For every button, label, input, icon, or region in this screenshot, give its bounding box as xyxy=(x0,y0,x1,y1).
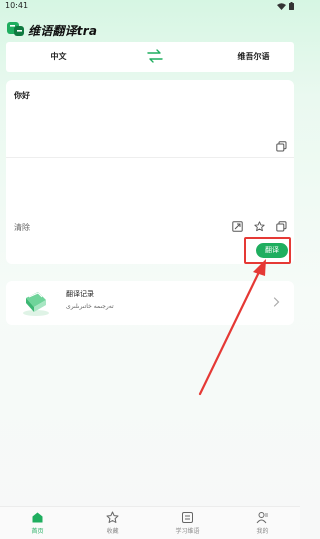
history-card[interactable]: 翻译记录 تەرجىمە خاتىرىلىرى xyxy=(6,281,294,325)
history-book-icon xyxy=(23,292,49,316)
nav-label-home: 首页 xyxy=(31,528,44,535)
status-bar: 10:41 xyxy=(0,0,300,14)
app-title: 维语翻译tra xyxy=(28,24,98,38)
app-header: 维语翻译tra xyxy=(0,16,300,42)
nav-label-profile: 我的 xyxy=(256,528,269,535)
bottom-nav: 首页 收藏 学习维语 我的 xyxy=(0,506,300,539)
chevron-right-icon xyxy=(273,297,280,307)
nav-label-favorites: 收藏 xyxy=(106,528,119,535)
battery-icon xyxy=(289,2,294,10)
language-bar: 中文 维吾尔语 xyxy=(6,42,294,72)
nav-favorites[interactable]: 收藏 xyxy=(75,507,150,539)
home-icon xyxy=(32,512,43,523)
expand-icon[interactable] xyxy=(232,221,243,232)
status-icons xyxy=(277,2,294,10)
wifi-icon xyxy=(277,2,286,10)
nav-learn[interactable]: 学习维语 xyxy=(150,507,225,539)
star-icon xyxy=(106,511,119,523)
nav-home[interactable]: 首页 xyxy=(0,507,75,539)
swap-arrows-icon[interactable] xyxy=(147,49,163,63)
history-title: 翻译记录 xyxy=(66,290,94,298)
book-icon xyxy=(182,512,193,523)
app-logo xyxy=(7,22,24,36)
copy-icon[interactable] xyxy=(276,141,287,152)
translate-button[interactable]: 翻译 xyxy=(256,243,288,258)
history-subtitle: تەرجىمە خاتىرىلىرى xyxy=(66,303,114,310)
status-time: 10:41 xyxy=(5,1,29,10)
nav-label-learn: 学习维语 xyxy=(175,528,200,535)
divider xyxy=(6,157,294,158)
clear-button[interactable]: 清除 xyxy=(14,222,30,233)
nav-profile[interactable]: 我的 xyxy=(225,507,300,539)
target-language-button[interactable]: 维吾尔语 xyxy=(201,51,306,62)
source-language-button[interactable]: 中文 xyxy=(6,51,111,62)
user-icon xyxy=(256,512,268,524)
source-text-input[interactable]: 你好 xyxy=(14,90,30,101)
star-icon[interactable] xyxy=(254,221,265,232)
copy-result-icon[interactable] xyxy=(276,221,287,232)
